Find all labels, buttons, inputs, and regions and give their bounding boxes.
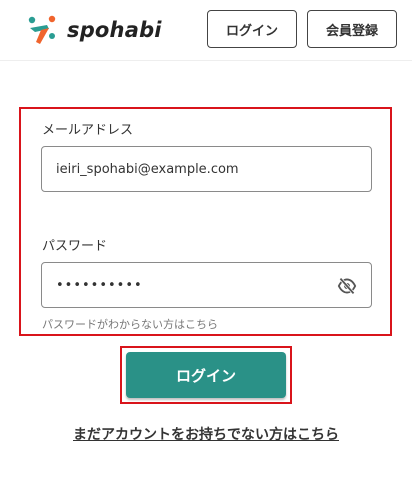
login-form: メールアドレス ieiri_spohabi@example.com パスワード … <box>19 107 392 336</box>
eye-slash-icon[interactable] <box>337 277 357 295</box>
login-submit-button[interactable]: ログイン <box>126 352 286 398</box>
password-label: パスワード <box>42 239 108 254</box>
email-field[interactable]: ieiri_spohabi@example.com <box>41 146 372 192</box>
brand-name: spohabi <box>67 18 162 42</box>
login-button-highlight: ログイン <box>120 346 292 404</box>
header: spohabi ログイン 会員登録 <box>0 0 412 61</box>
forgot-password-link[interactable]: パスワードがわからない方はこちら <box>42 316 218 332</box>
header-login-button[interactable]: ログイン <box>207 10 297 48</box>
brand-logo[interactable]: spohabi <box>27 14 162 46</box>
signup-link[interactable]: まだアカウントをお持ちでない方はこちら <box>0 424 412 444</box>
email-label: メールアドレス <box>42 123 134 138</box>
password-value: •••••••••• <box>56 277 143 293</box>
email-value: ieiri_spohabi@example.com <box>56 161 239 177</box>
spohabi-logo-icon <box>28 15 56 44</box>
header-register-button[interactable]: 会員登録 <box>307 10 397 48</box>
password-field[interactable]: •••••••••• <box>41 262 372 308</box>
